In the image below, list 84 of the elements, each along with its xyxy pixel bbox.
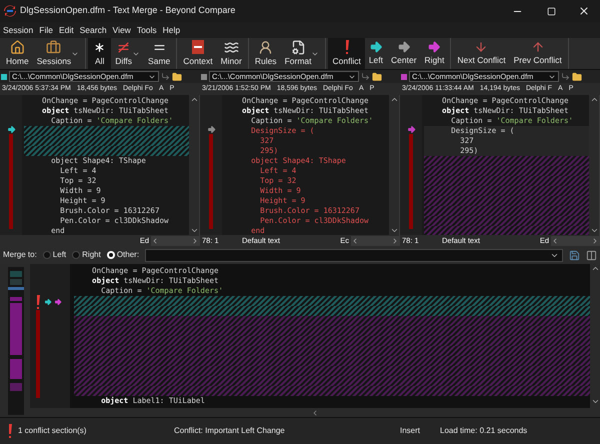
chevron-left-icon[interactable]: [351, 236, 359, 244]
toolbar-button[interactable]: Minor: [216, 38, 246, 69]
chevron-down-icon[interactable]: [590, 226, 598, 235]
toolbar-button[interactable]: Next Conflict: [453, 38, 510, 69]
menu-item[interactable]: Session: [3, 24, 34, 36]
swap-arrow-icon[interactable]: [161, 72, 170, 81]
radio-option[interactable]: Left: [42, 249, 66, 261]
menu-item[interactable]: Help: [162, 24, 180, 36]
chevron-down-icon[interactable]: [390, 226, 398, 235]
radio-button[interactable]: [106, 251, 115, 259]
conflict-count: 1 conflict section(s): [18, 425, 86, 437]
file-gear-icon: [290, 40, 306, 55]
toolbar-button[interactable]: Prev Conflict: [510, 38, 566, 69]
menu-item[interactable]: Search: [80, 24, 107, 36]
chevron-up-icon[interactable]: [390, 95, 398, 104]
vertical-scrollbar[interactable]: [589, 95, 599, 235]
output-path-field[interactable]: [145, 248, 563, 262]
menu-item[interactable]: View: [112, 24, 131, 36]
arrow-right-icon: [368, 40, 383, 54]
maximize-icon[interactable]: [547, 6, 556, 16]
load-time: Load time: 0.21 seconds: [440, 425, 528, 437]
toolbar-button[interactable]: Same: [144, 38, 174, 69]
horizontal-scrollbar[interactable]: [551, 236, 599, 246]
folder-icon[interactable]: [572, 72, 582, 82]
vertical-scrollbar[interactable]: [189, 95, 199, 235]
merge-to-label: Merge to:: [3, 249, 37, 261]
context-icon: [190, 39, 206, 56]
chevron-left-icon[interactable]: [311, 408, 319, 416]
chevron-up-icon[interactable]: [590, 264, 600, 273]
conflict-icon: [6, 423, 14, 439]
app-logo-icon: [4, 5, 16, 17]
toolbar-button[interactable]: Context: [179, 38, 217, 69]
folder-icon[interactable]: [172, 72, 182, 82]
menu-item[interactable]: File: [39, 24, 53, 36]
overview-map[interactable]: [8, 267, 24, 415]
toolbar-button[interactable]: Conflict: [328, 38, 365, 69]
chevron-down-icon[interactable]: [590, 397, 600, 406]
folder-icon[interactable]: [372, 72, 382, 82]
toolbar-button[interactable]: Format: [280, 38, 324, 69]
not-equal-icon: [116, 40, 132, 55]
radio-option[interactable]: Other:: [106, 249, 140, 261]
menu-item[interactable]: Tools: [136, 24, 157, 36]
conflict-status: Conflict: Important Left Change: [173, 425, 286, 437]
toolbar-button[interactable]: Rules: [250, 38, 281, 69]
save-icon[interactable]: [569, 250, 580, 260]
chevron-down-icon[interactable]: [190, 226, 198, 235]
vertical-scrollbar[interactable]: [389, 95, 399, 235]
arrow-right-icon: [54, 298, 62, 306]
person-icon: [258, 40, 274, 55]
radio-button[interactable]: [42, 251, 51, 259]
swap-arrow-icon[interactable]: [561, 72, 570, 81]
arrow-up-icon: [530, 40, 545, 54]
chevron-up-icon[interactable]: [590, 95, 598, 104]
close-icon[interactable]: [578, 5, 590, 17]
menu-item[interactable]: Edit: [58, 24, 74, 36]
chevron-left-icon[interactable]: [551, 236, 559, 244]
chevron-right-icon[interactable]: [591, 236, 599, 244]
arrow-right-icon: [427, 40, 442, 54]
arrow-down-icon: [474, 40, 488, 54]
briefcase-icon: [46, 40, 62, 55]
toolbar-button[interactable]: Sessions: [32, 38, 84, 69]
chevron-left-icon[interactable]: [151, 236, 159, 244]
radio-option[interactable]: Right: [72, 249, 101, 261]
chevron-right-icon[interactable]: [391, 236, 399, 244]
arrow-right-icon: [44, 298, 52, 306]
window-title: DlgSessionOpen.dfm - Text Merge - Beyond Compare: [20, 4, 236, 18]
arrow-right-icon: [396, 40, 411, 54]
toolbar-button[interactable]: Right: [420, 38, 448, 69]
exclamation-icon: [34, 294, 42, 310]
toolbar-button[interactable]: Home: [2, 38, 33, 69]
toolbar-button[interactable]: Diffs: [111, 38, 144, 69]
house-icon: [10, 40, 25, 55]
toolbar-button[interactable]: All: [88, 38, 112, 69]
swap-arrow-icon[interactable]: [361, 72, 370, 81]
panel-layout-icon[interactable]: [586, 250, 597, 260]
waves-icon: [224, 40, 239, 55]
horizontal-scrollbar[interactable]: [351, 236, 399, 246]
chevron-right-icon[interactable]: [191, 236, 199, 244]
radio-button[interactable]: [72, 251, 80, 259]
chevron-up-icon[interactable]: [190, 95, 198, 104]
edit-mode-status: Insert: [400, 425, 422, 437]
toolbar-button[interactable]: Left: [364, 38, 388, 69]
horizontal-scrollbar[interactable]: [151, 236, 199, 246]
toolbar-button[interactable]: Center: [387, 38, 421, 69]
